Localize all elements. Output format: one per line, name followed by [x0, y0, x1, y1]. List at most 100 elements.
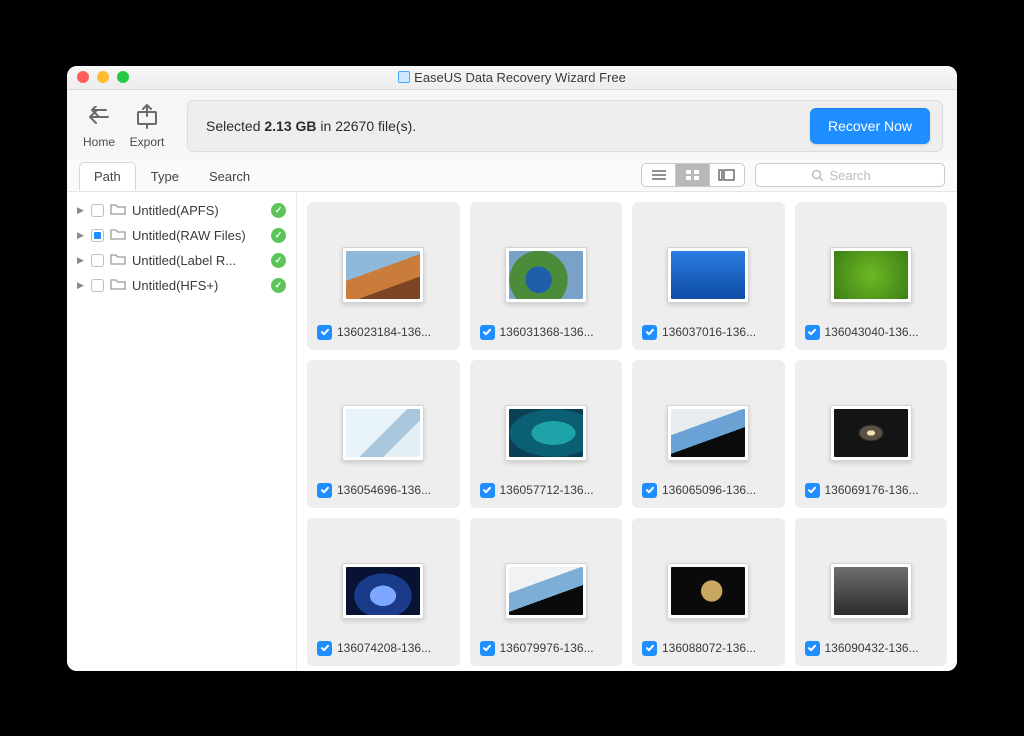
thumbnail	[830, 247, 912, 303]
top-toolbar: Home Export Selected 2.13 GB in 22670 fi…	[67, 90, 957, 160]
file-card[interactable]: 136043040-136...	[795, 202, 948, 350]
sidebar-checkbox[interactable]	[91, 279, 104, 292]
folder-icon	[110, 278, 126, 293]
file-name: 136079976-136...	[500, 641, 594, 655]
disclosure-triangle-icon[interactable]: ▶	[77, 255, 85, 266]
tab-type[interactable]: Type	[136, 162, 194, 191]
search-field[interactable]	[755, 163, 945, 187]
filter-row: Path Type Search	[67, 160, 957, 192]
home-button[interactable]: Home	[81, 103, 117, 149]
sidebar-item-label: Untitled(APFS)	[132, 203, 265, 218]
export-icon	[129, 103, 165, 131]
sidebar-checkbox[interactable]	[91, 229, 104, 242]
thumbnail	[342, 405, 424, 461]
file-card[interactable]: 136090432-136...	[795, 518, 948, 666]
sidebar-item[interactable]: ▶ Untitled(Label R... ✓	[73, 248, 290, 273]
window-title: EaseUS Data Recovery Wizard Free	[67, 70, 957, 85]
file-card[interactable]: 136088072-136...	[632, 518, 785, 666]
sidebar-item-label: Untitled(HFS+)	[132, 278, 265, 293]
app-icon	[398, 71, 410, 83]
recover-now-button[interactable]: Recover Now	[810, 108, 930, 144]
thumbnail	[505, 563, 587, 619]
file-name: 136065096-136...	[662, 483, 756, 497]
file-checkbox[interactable]	[805, 641, 820, 656]
tab-path[interactable]: Path	[79, 162, 136, 191]
view-grid-button[interactable]	[676, 164, 710, 186]
file-checkbox[interactable]	[317, 483, 332, 498]
file-checkbox[interactable]	[480, 483, 495, 498]
file-card[interactable]: 136054696-136...	[307, 360, 460, 508]
file-name: 136057712-136...	[500, 483, 594, 497]
sidebar-item-label: Untitled(Label R...	[132, 253, 265, 268]
file-name: 136043040-136...	[825, 325, 919, 339]
export-label: Export	[130, 135, 165, 149]
view-columns-button[interactable]	[710, 164, 744, 186]
file-checkbox[interactable]	[317, 325, 332, 340]
sidebar: ▶ Untitled(APFS) ✓ ▶ Untitled(RAW Files) ✓ ▶ Un…	[67, 192, 297, 671]
file-name: 136031368-136...	[500, 325, 594, 339]
tab-search[interactable]: Search	[194, 162, 265, 191]
file-checkbox[interactable]	[480, 641, 495, 656]
search-icon	[811, 169, 824, 182]
scan-complete-icon: ✓	[271, 228, 286, 243]
sidebar-item[interactable]: ▶ Untitled(RAW Files) ✓	[73, 223, 290, 248]
scan-complete-icon: ✓	[271, 278, 286, 293]
file-card[interactable]: 136037016-136...	[632, 202, 785, 350]
scan-complete-icon: ✓	[271, 203, 286, 218]
thumbnail	[667, 405, 749, 461]
disclosure-triangle-icon[interactable]: ▶	[77, 280, 85, 291]
folder-icon	[110, 253, 126, 268]
view-list-button[interactable]	[642, 164, 676, 186]
thumbnail	[667, 247, 749, 303]
file-checkbox[interactable]	[317, 641, 332, 656]
file-name: 136088072-136...	[662, 641, 756, 655]
titlebar: EaseUS Data Recovery Wizard Free	[67, 66, 957, 90]
file-checkbox[interactable]	[480, 325, 495, 340]
file-checkbox[interactable]	[805, 325, 820, 340]
file-card[interactable]: 136065096-136...	[632, 360, 785, 508]
file-name: 136037016-136...	[662, 325, 756, 339]
view-mode-segmented	[641, 163, 745, 187]
sidebar-checkbox[interactable]	[91, 254, 104, 267]
thumbnail	[830, 405, 912, 461]
file-checkbox[interactable]	[805, 483, 820, 498]
back-arrow-icon	[81, 103, 117, 131]
search-input[interactable]	[830, 168, 890, 183]
thumbnail	[505, 247, 587, 303]
file-checkbox[interactable]	[642, 325, 657, 340]
sidebar-checkbox[interactable]	[91, 204, 104, 217]
filter-tabs: Path Type Search	[79, 161, 265, 190]
file-card[interactable]: 136023184-136...	[307, 202, 460, 350]
export-button[interactable]: Export	[129, 103, 165, 149]
thumbnail	[830, 563, 912, 619]
app-window: EaseUS Data Recovery Wizard Free Home Ex…	[67, 66, 957, 671]
file-name: 136069176-136...	[825, 483, 919, 497]
file-card[interactable]: 136031368-136...	[470, 202, 623, 350]
scan-complete-icon: ✓	[271, 253, 286, 268]
file-name: 136023184-136...	[337, 325, 431, 339]
thumbnail	[667, 563, 749, 619]
thumbnail	[342, 563, 424, 619]
sidebar-item[interactable]: ▶ Untitled(APFS) ✓	[73, 198, 290, 223]
thumbnail	[342, 247, 424, 303]
file-name: 136074208-136...	[337, 641, 431, 655]
thumbnail	[505, 405, 587, 461]
selection-status-bar: Selected 2.13 GB in 22670 file(s). Recov…	[187, 100, 943, 152]
file-grid: 136023184-136... 136031368-136... 13603701…	[297, 192, 957, 671]
sidebar-item[interactable]: ▶ Untitled(HFS+) ✓	[73, 273, 290, 298]
home-label: Home	[83, 135, 115, 149]
file-card[interactable]: 136074208-136...	[307, 518, 460, 666]
sidebar-item-label: Untitled(RAW Files)	[132, 228, 265, 243]
file-card[interactable]: 136079976-136...	[470, 518, 623, 666]
folder-icon	[110, 228, 126, 243]
file-name: 136054696-136...	[337, 483, 431, 497]
file-card[interactable]: 136069176-136...	[795, 360, 948, 508]
file-card[interactable]: 136057712-136...	[470, 360, 623, 508]
disclosure-triangle-icon[interactable]: ▶	[77, 205, 85, 216]
file-checkbox[interactable]	[642, 483, 657, 498]
selection-status-text: Selected 2.13 GB in 22670 file(s).	[206, 118, 416, 134]
file-checkbox[interactable]	[642, 641, 657, 656]
disclosure-triangle-icon[interactable]: ▶	[77, 230, 85, 241]
file-name: 136090432-136...	[825, 641, 919, 655]
folder-icon	[110, 203, 126, 218]
